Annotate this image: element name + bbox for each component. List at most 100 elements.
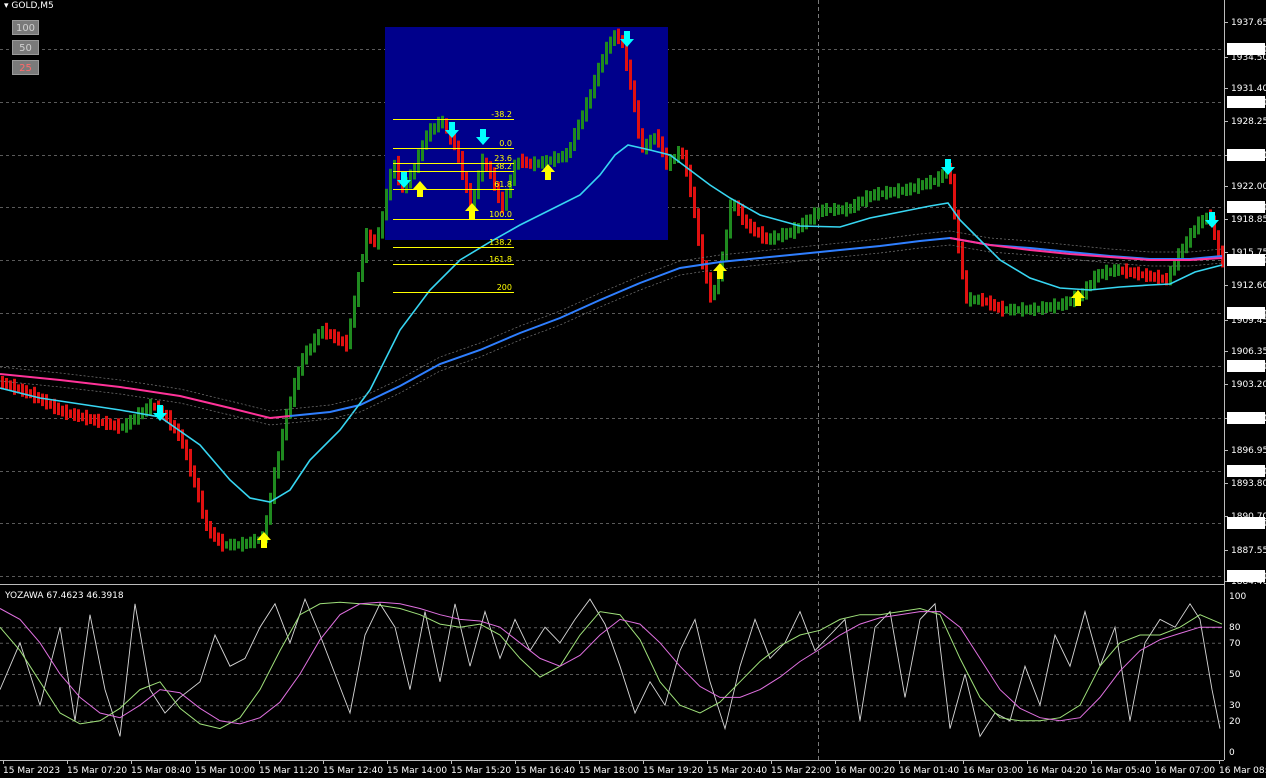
price-bar bbox=[645, 138, 648, 155]
time-tick-label: 15 Mar 16:40 bbox=[515, 766, 575, 776]
price-bar bbox=[517, 157, 520, 170]
time-tick-label: 16 Mar 00:20 bbox=[835, 766, 895, 776]
price-tick-label: 1922.00 bbox=[1231, 182, 1266, 192]
price-bar bbox=[1117, 264, 1120, 276]
level-tag-label: 1885.00 bbox=[1230, 572, 1266, 582]
price-bar bbox=[285, 408, 288, 441]
price-bar bbox=[429, 123, 432, 142]
time-tick-label: 15 Mar 18:00 bbox=[579, 766, 639, 776]
price-bar bbox=[57, 402, 60, 416]
osc-tick-label: 0 bbox=[1229, 748, 1235, 758]
price-bar bbox=[1173, 260, 1176, 276]
price-bar bbox=[785, 228, 788, 240]
price-bar bbox=[585, 97, 588, 122]
zoom-50-button[interactable]: 50 bbox=[12, 40, 39, 55]
price-bar bbox=[461, 151, 464, 180]
price-bar bbox=[1101, 268, 1104, 279]
price-bar bbox=[297, 366, 300, 390]
price-bar bbox=[1053, 298, 1056, 314]
price-bar bbox=[33, 386, 36, 404]
price-bar bbox=[109, 418, 112, 430]
level-tag-label: 1905.00 bbox=[1230, 362, 1266, 372]
symbol-label: GOLD,M5 bbox=[11, 1, 54, 11]
price-bar bbox=[125, 418, 128, 433]
indicator-label: YOZAWA 67.4623 46.3918 bbox=[5, 591, 124, 601]
price-bar bbox=[137, 407, 140, 425]
price-bar bbox=[325, 322, 328, 340]
price-bar bbox=[1197, 216, 1200, 235]
price-bar bbox=[569, 142, 572, 158]
price-bar bbox=[681, 147, 684, 160]
price-bar bbox=[133, 414, 136, 425]
price-bar bbox=[245, 538, 248, 549]
price-bar bbox=[713, 284, 716, 301]
price-bar bbox=[849, 203, 852, 214]
price-bar bbox=[749, 218, 752, 234]
price-bar bbox=[637, 100, 640, 139]
price-tick-label: 1887.55 bbox=[1231, 546, 1266, 556]
price-bar bbox=[269, 492, 272, 525]
price-bar bbox=[345, 334, 348, 352]
price-bar bbox=[85, 409, 88, 426]
price-bar bbox=[861, 196, 864, 207]
price-bar bbox=[753, 221, 756, 237]
price-bar bbox=[1045, 302, 1048, 313]
time-tick-label: 16 Mar 03:00 bbox=[963, 766, 1023, 776]
price-bar bbox=[865, 190, 868, 207]
price-bar bbox=[237, 541, 240, 549]
price-bar bbox=[121, 423, 124, 431]
price-bar bbox=[1145, 268, 1148, 282]
price-bar bbox=[45, 394, 48, 410]
price-bar bbox=[725, 229, 728, 262]
price-bar bbox=[205, 509, 208, 531]
price-bar bbox=[1141, 271, 1144, 279]
price-bar bbox=[41, 393, 44, 407]
price-bar bbox=[997, 301, 1000, 313]
price-bar bbox=[933, 177, 936, 185]
osc-tick-label: 50 bbox=[1229, 670, 1241, 680]
price-bar bbox=[373, 234, 376, 248]
price-bar bbox=[537, 159, 540, 168]
price-bar bbox=[1001, 300, 1004, 317]
price-bar bbox=[613, 30, 616, 46]
price-bar bbox=[561, 150, 564, 163]
price-bar bbox=[697, 208, 700, 246]
price-bar bbox=[1029, 304, 1032, 315]
price-bar bbox=[665, 147, 668, 170]
price-bar bbox=[869, 191, 872, 203]
price-bar bbox=[829, 207, 832, 213]
price-bar bbox=[629, 59, 632, 90]
price-bar bbox=[853, 199, 856, 213]
price-tick-label: 1906.35 bbox=[1231, 347, 1266, 357]
price-bar bbox=[773, 230, 776, 245]
chart-canvas[interactable]: 1937.651934.501931.401928.251925.001922.… bbox=[0, 0, 1266, 778]
level-tag-label: 1930.00 bbox=[1230, 98, 1266, 108]
price-bar bbox=[549, 156, 552, 165]
price-bar bbox=[341, 336, 344, 347]
price-bar bbox=[385, 188, 388, 221]
price-bar bbox=[313, 333, 316, 353]
caret-down-icon[interactable]: ▾ bbox=[4, 1, 9, 11]
price-bar bbox=[529, 158, 532, 169]
price-tick-label: 1896.95 bbox=[1231, 446, 1266, 456]
price-bar bbox=[801, 217, 804, 233]
price-bar bbox=[961, 241, 964, 280]
price-bar bbox=[25, 385, 28, 399]
price-bar bbox=[1041, 301, 1044, 315]
price-bar bbox=[481, 153, 484, 182]
time-tick-label: 15 Mar 15:20 bbox=[451, 766, 511, 776]
price-bar bbox=[1149, 270, 1152, 282]
price-bar bbox=[809, 214, 812, 225]
price-tick-label: 1918.85 bbox=[1231, 215, 1266, 225]
time-tick-label: 15 Mar 11:20 bbox=[259, 766, 319, 776]
price-bar bbox=[745, 214, 748, 229]
zoom-25-button[interactable]: 25 bbox=[12, 60, 39, 75]
price-bar bbox=[389, 168, 392, 201]
osc-tick-label: 30 bbox=[1229, 701, 1241, 711]
osc-tick-label: 20 bbox=[1229, 717, 1241, 727]
price-bar bbox=[893, 187, 896, 197]
price-bar bbox=[309, 343, 312, 356]
zoom-100-button[interactable]: 100 bbox=[12, 20, 39, 35]
price-bar bbox=[249, 536, 252, 549]
price-bar bbox=[1121, 266, 1124, 275]
